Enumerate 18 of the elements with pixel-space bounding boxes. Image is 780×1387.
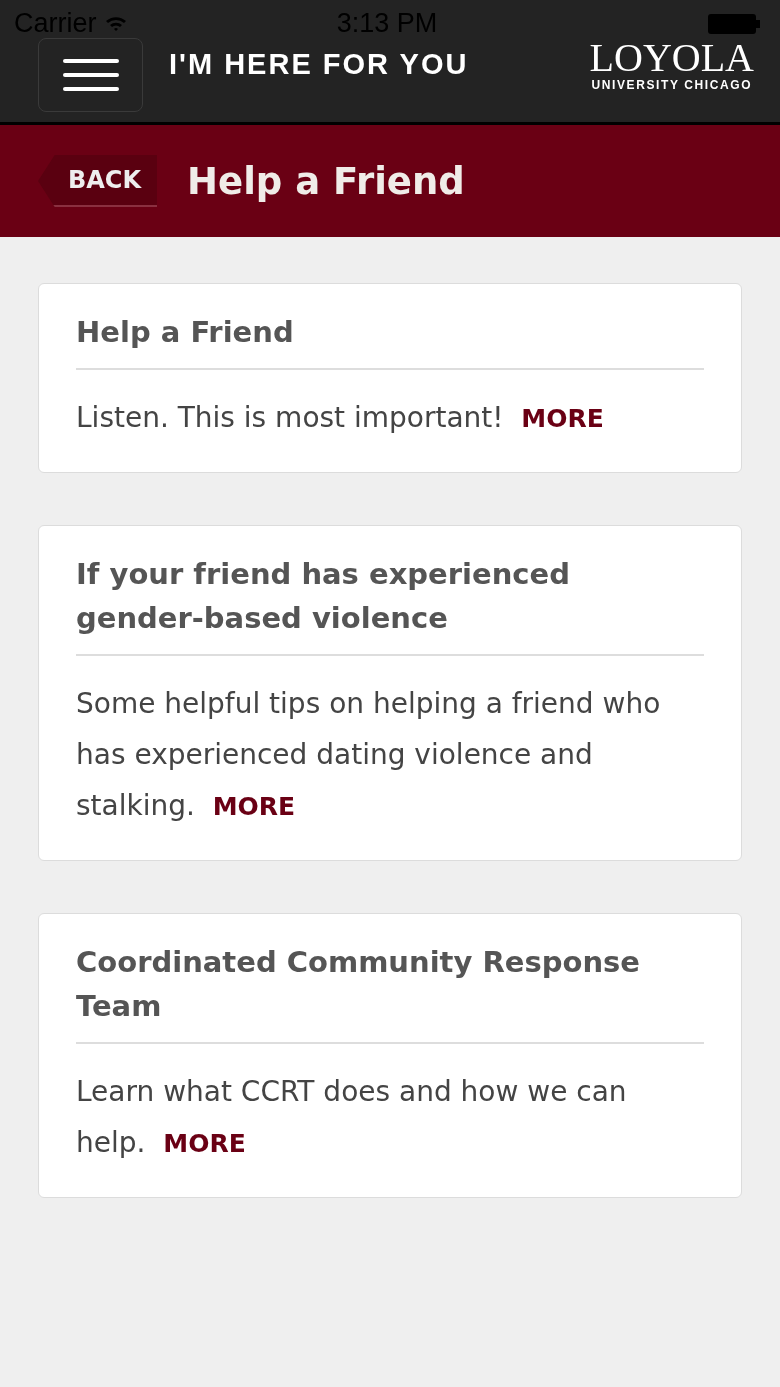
card-title: Help a Friend (76, 314, 295, 351)
back-button[interactable]: BACK (38, 155, 158, 207)
card-text: Listen. This is most important! MORE (76, 400, 605, 436)
card-text: Some helpful tips on helping a friend who has experienced dating violence and stalking. MORE (76, 686, 662, 824)
battery-icon (708, 12, 760, 35)
menu-icon (62, 57, 119, 93)
logo-wordmark: LOYOLA (589, 38, 754, 78)
card-title: Coordinated Community Response Team (76, 944, 641, 1025)
more-link[interactable]: MORE (163, 1129, 246, 1158)
card-text: Learn what CCRT does and how we can help. MORE (76, 1074, 628, 1161)
page-title: Help a Friend (187, 159, 465, 203)
more-link[interactable]: MORE (521, 404, 604, 433)
card-title: If your friend has experienced gender-based violence (76, 556, 571, 637)
wifi-icon (104, 15, 127, 32)
app-title: I'M HERE FOR YOU (169, 47, 469, 81)
menu-button[interactable] (38, 38, 143, 112)
more-link[interactable]: MORE (212, 792, 296, 821)
logo-subtitle: UNIVERSITY CHICAGO (591, 78, 753, 92)
